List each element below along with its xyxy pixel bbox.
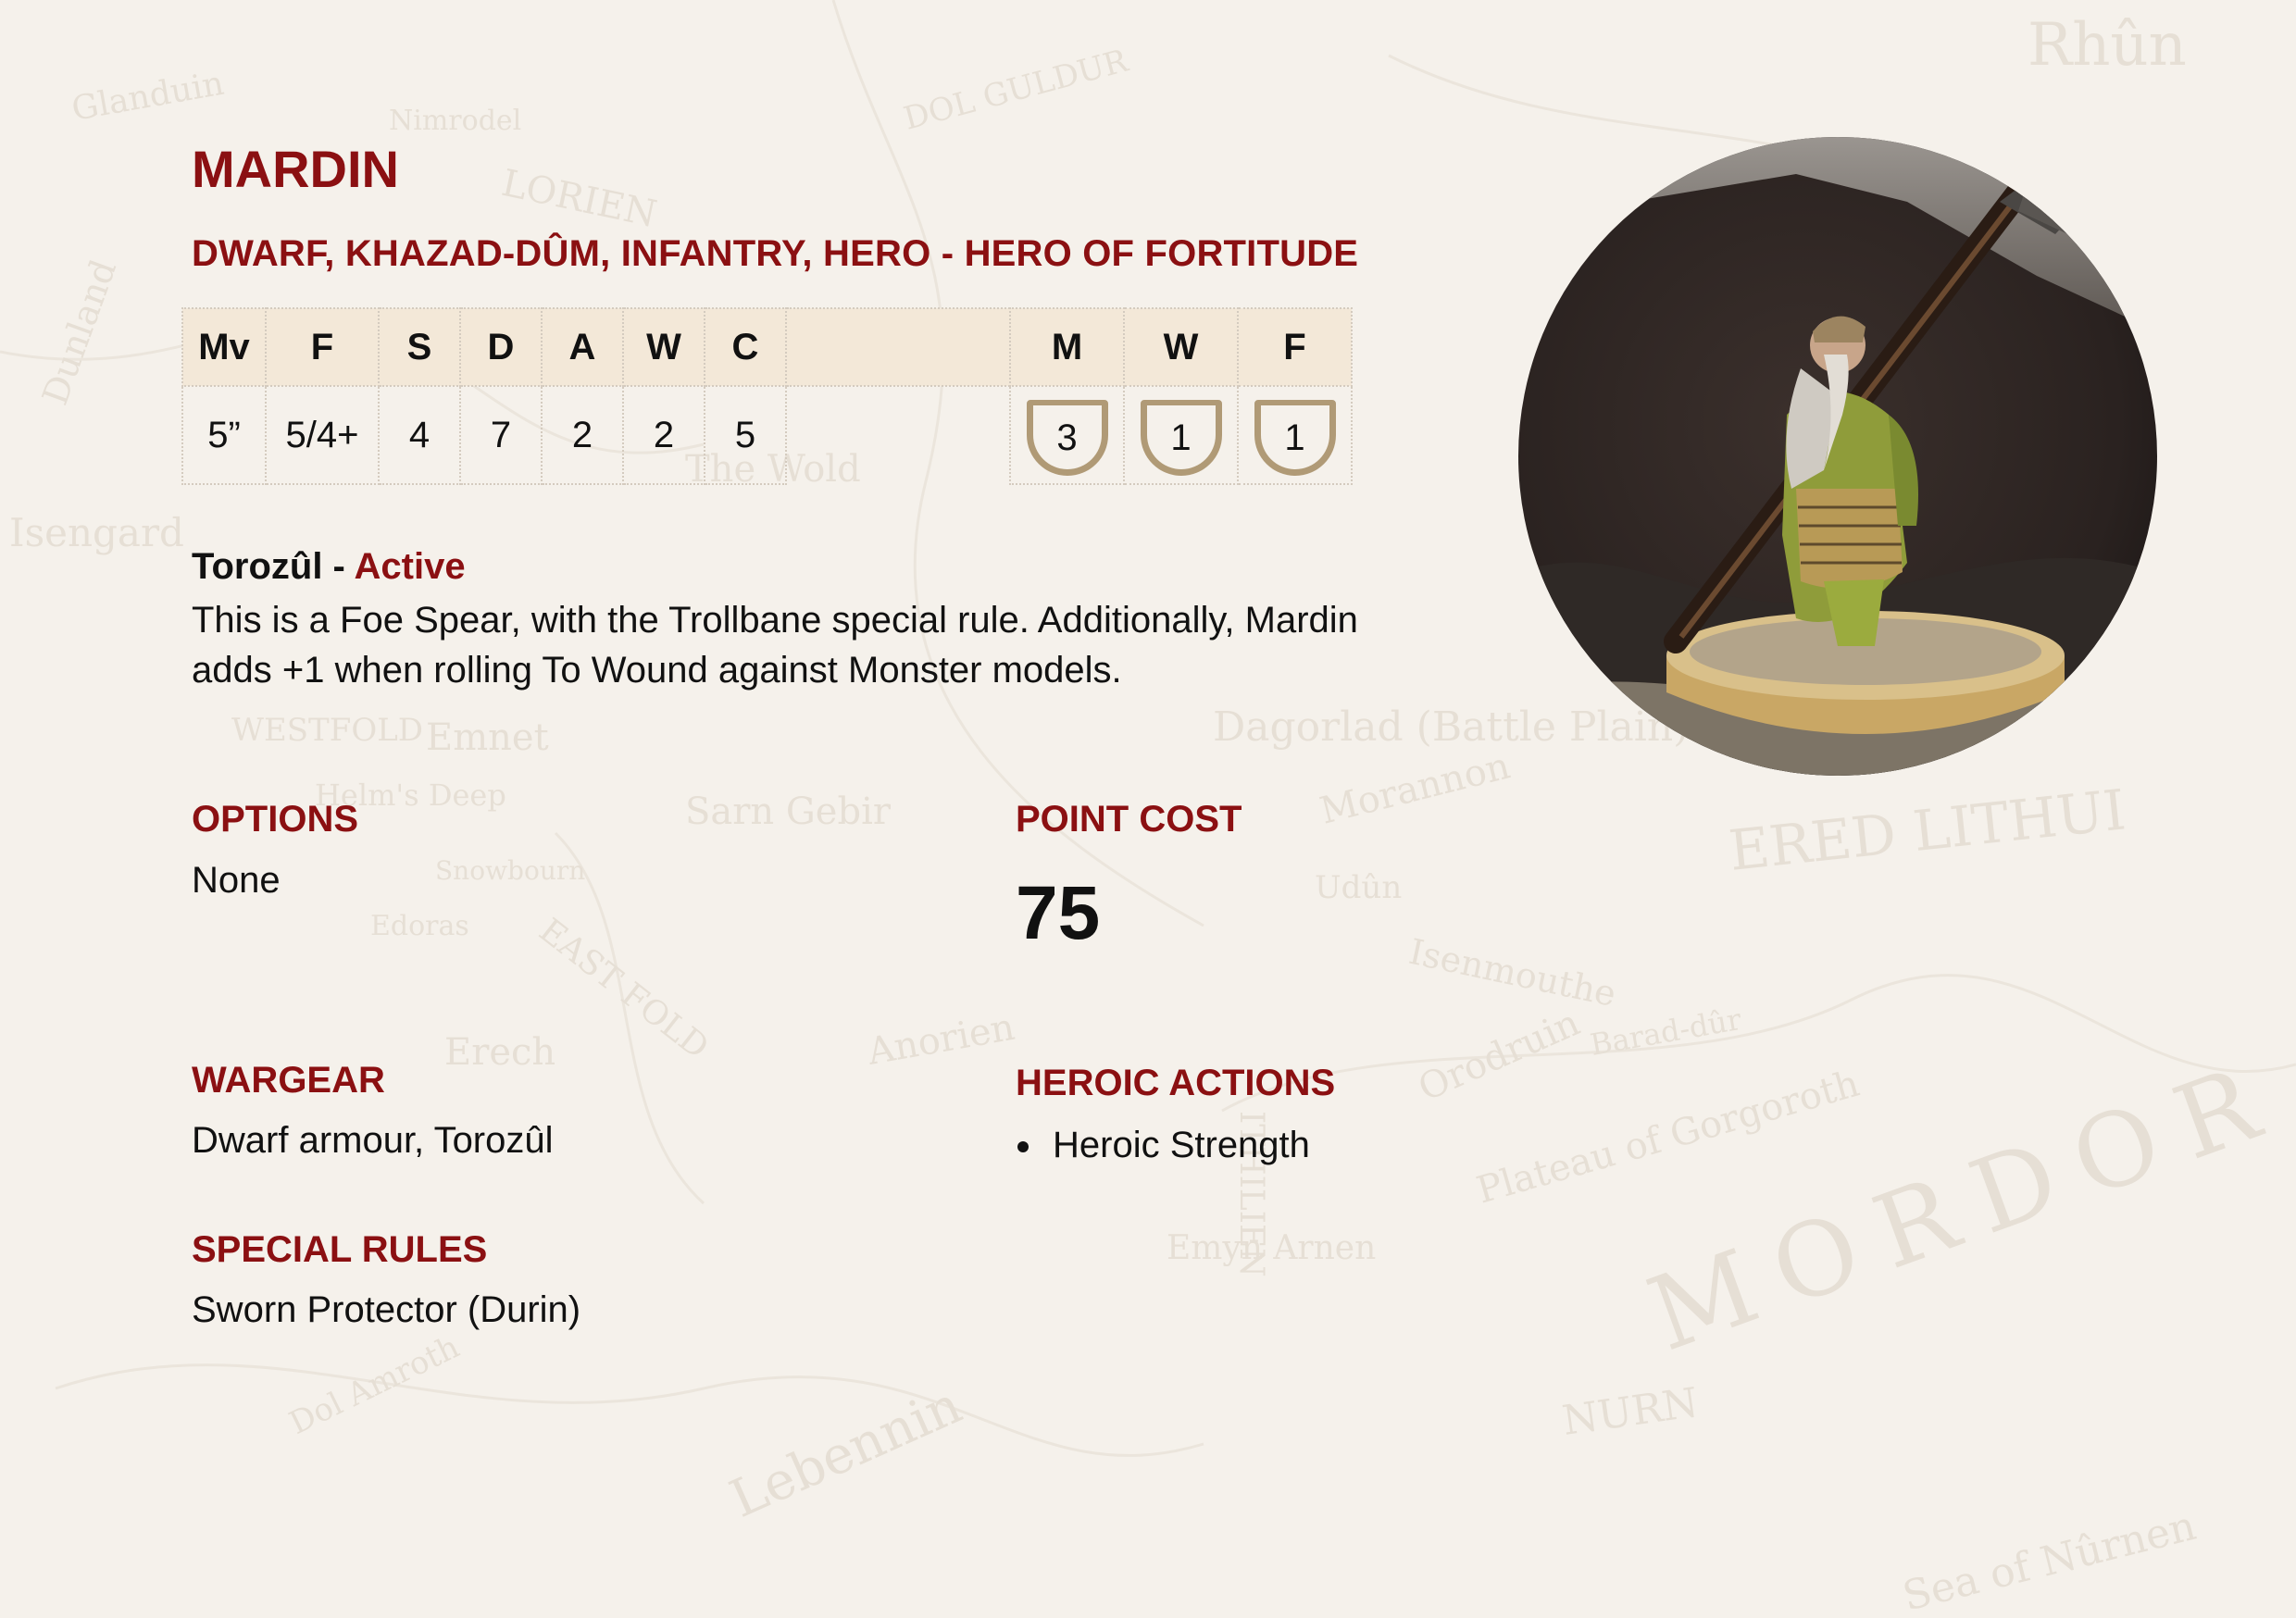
profile-card: MARDIN DWARF, KHAZAD-DÛM, INFANTRY, HERO… xyxy=(0,0,2296,1618)
stat-value-w: 2 xyxy=(622,385,705,485)
stat-value-mv: 5” xyxy=(181,385,267,485)
wargear-text: Dwarf armour, Torozûl xyxy=(192,1120,554,1161)
heroic-header-might: M xyxy=(1009,307,1125,387)
point-cost-value: 75 xyxy=(1016,871,1101,955)
stat-value-a: 2 xyxy=(541,385,624,485)
stat-header-a: A xyxy=(541,307,624,387)
might-shield-icon: 3 xyxy=(1026,400,1108,476)
stat-value-f: 5/4+ xyxy=(265,385,380,485)
fate-shield-icon: 1 xyxy=(1254,400,1336,476)
will-shield-icon: 1 xyxy=(1140,400,1222,476)
heroic-header-fate: F xyxy=(1237,307,1353,387)
stat-value-d: 7 xyxy=(459,385,543,485)
characteristics-value-row: 5” 5/4+ 4 7 2 2 5 xyxy=(181,385,1091,485)
dwarf-miniature-image xyxy=(1518,137,2157,776)
special-rules-heading: SPECIAL RULES xyxy=(192,1229,488,1270)
bullet-icon xyxy=(1017,1141,1029,1153)
stat-header-mv: Mv xyxy=(181,307,267,387)
fate-cell: 1 xyxy=(1237,385,1353,485)
stat-header-d: D xyxy=(459,307,543,387)
stat-header-c: C xyxy=(704,307,787,387)
stat-value-c: 5 xyxy=(704,385,787,485)
heroic-stats-table: M W F 3 1 1 xyxy=(1009,307,1353,485)
will-cell: 1 xyxy=(1123,385,1239,485)
stat-value-s: 4 xyxy=(378,385,461,485)
rule-text: This is a Foe Spear, with the Trollbane … xyxy=(192,600,1358,691)
stat-header-s: S xyxy=(378,307,461,387)
wargear-heading: WARGEAR xyxy=(192,1060,385,1101)
heroic-header-will: W xyxy=(1123,307,1239,387)
stat-header-f: F xyxy=(265,307,380,387)
options-heading: OPTIONS xyxy=(192,799,359,840)
point-cost-heading: POINT COST xyxy=(1016,799,1242,840)
heroic-action-label: Heroic Strength xyxy=(1053,1125,1310,1165)
rule-heading: Torozûl - Active xyxy=(192,546,466,588)
heroic-actions-heading: HEROIC ACTIONS xyxy=(1016,1063,1336,1103)
hero-name: MARDIN xyxy=(192,140,399,198)
stat-header-w: W xyxy=(622,307,705,387)
heroic-action-item: Heroic Strength xyxy=(1016,1125,1310,1166)
characteristics-table: Mv F S D A W C 5” 5/4+ 4 7 2 2 5 xyxy=(181,307,1092,485)
heroic-stats-header-row: M W F xyxy=(1009,307,1353,387)
characteristics-header-row: Mv F S D A W C xyxy=(181,307,1092,387)
hero-keywords: DWARF, KHAZAD-DÛM, INFANTRY, HERO - HERO… xyxy=(192,233,1359,274)
rule-type: Active xyxy=(354,546,466,587)
heroic-stats-value-row: 3 1 1 xyxy=(1009,385,1353,485)
special-rules-text: Sworn Protector (Durin) xyxy=(192,1289,581,1330)
might-cell: 3 xyxy=(1009,385,1125,485)
options-text: None xyxy=(192,860,281,901)
rule-name: Torozûl - xyxy=(192,546,355,587)
